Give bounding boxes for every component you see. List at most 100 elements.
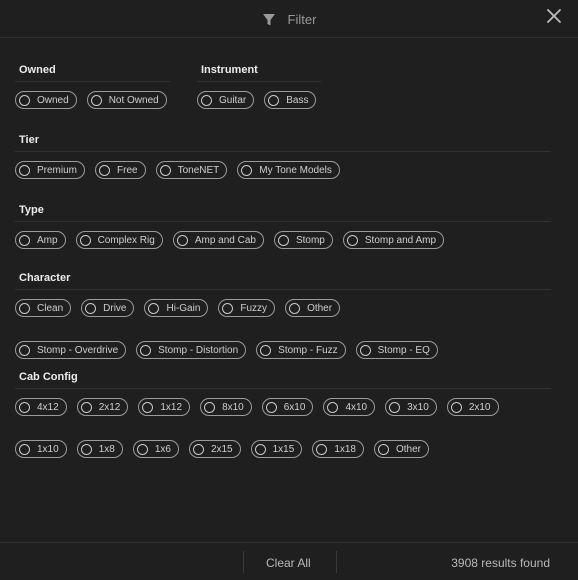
option-label: My Tone Models <box>259 164 332 176</box>
radio-unchecked-icon <box>19 94 30 106</box>
option-label: 8x10 <box>222 401 244 413</box>
radio-unchecked-icon <box>19 164 30 176</box>
option-label: Not Owned <box>108 94 159 106</box>
section-title-character: Character <box>15 272 551 290</box>
cab-option-1x12[interactable]: 1x12 <box>138 398 191 416</box>
instrument-option-guitar[interactable]: Guitar <box>197 91 255 109</box>
option-label: Bass <box>286 94 309 106</box>
type-option-complex-rig[interactable]: Complex Rig <box>75 231 163 249</box>
character-option-hi-gain[interactable]: Hi-Gain <box>144 299 209 317</box>
section-instrument: Instrument Guitar Bass <box>197 64 321 109</box>
option-label: Amp <box>37 234 58 246</box>
filter-header: Filter <box>0 0 578 38</box>
radio-unchecked-icon <box>327 401 339 413</box>
character-option-stomp-fuzz[interactable]: Stomp - Fuzz <box>256 341 346 359</box>
section-owned: Owned Owned Not Owned <box>15 64 170 109</box>
type-option-amp-and-cab[interactable]: Amp and Cab <box>172 231 264 249</box>
section-character: Character Clean Drive Hi-Gain Fuzzy Other Sto… <box>15 272 551 359</box>
option-label: 2x12 <box>98 401 121 413</box>
instrument-option-bass[interactable]: Bass <box>264 91 317 109</box>
option-label: Stomp <box>295 234 325 246</box>
option-label: Stomp - EQ <box>377 344 430 356</box>
tier-option-free[interactable]: Free <box>95 161 146 179</box>
radio-unchecked-icon <box>142 401 154 413</box>
results-count: 3908 results found <box>451 556 550 570</box>
option-label: Owned <box>37 94 69 106</box>
option-label: Other <box>307 302 333 314</box>
owned-option-owned[interactable]: Owned <box>15 91 77 109</box>
type-option-amp[interactable]: Amp <box>15 231 66 249</box>
option-label: 3x10 <box>407 401 429 413</box>
cab-option-2x12[interactable]: 2x12 <box>76 398 129 416</box>
radio-unchecked-icon <box>19 302 30 314</box>
section-cab-config: Cab Config 4x12 2x12 1x12 8x10 6x10 4x10 3x10 2… <box>15 371 551 458</box>
option-label: Free <box>117 164 138 176</box>
radio-unchecked-icon <box>265 401 277 413</box>
cab-option-1x10[interactable]: 1x10 <box>15 440 67 458</box>
radio-unchecked-icon <box>19 401 30 413</box>
radio-unchecked-icon <box>80 443 92 455</box>
radio-unchecked-icon <box>19 234 30 246</box>
radio-unchecked-icon <box>159 164 171 176</box>
section-title-tier: Tier <box>15 134 551 152</box>
radio-unchecked-icon <box>359 344 371 356</box>
header-title-group: Filter <box>0 12 578 27</box>
type-option-stomp-and-amp[interactable]: Stomp and Amp <box>342 231 445 249</box>
option-label: Other <box>396 443 422 455</box>
radio-unchecked-icon <box>79 234 91 246</box>
tier-option-tonenet[interactable]: ToneNET <box>155 161 228 179</box>
option-label: 1x15 <box>272 443 295 455</box>
section-tier: Tier Premium Free ToneNET My Tone Models <box>15 134 551 179</box>
tier-option-premium[interactable]: Premium <box>15 161 86 179</box>
option-label: 1x6 <box>154 443 171 455</box>
cab-option-other[interactable]: Other <box>374 440 430 458</box>
filter-icon <box>262 13 275 25</box>
cab-option-2x10[interactable]: 2x10 <box>446 398 499 416</box>
radio-unchecked-icon <box>260 344 272 356</box>
option-label: 1x18 <box>334 443 356 455</box>
radio-unchecked-icon <box>201 94 212 106</box>
cab-option-1x8[interactable]: 1x8 <box>76 440 123 458</box>
option-label: Drive <box>103 302 127 314</box>
cab-option-4x12[interactable]: 4x12 <box>15 398 67 416</box>
radio-unchecked-icon <box>389 401 401 413</box>
cab-option-1x18[interactable]: 1x18 <box>312 440 364 458</box>
type-option-stomp[interactable]: Stomp <box>273 231 333 249</box>
option-label: Fuzzy <box>240 302 268 314</box>
clear-all-button[interactable]: Clear All <box>266 556 311 570</box>
character-option-other[interactable]: Other <box>285 299 341 317</box>
radio-unchecked-icon <box>148 302 160 314</box>
cab-option-1x6[interactable]: 1x6 <box>132 440 179 458</box>
option-label: 1x8 <box>98 443 115 455</box>
option-label: 2x15 <box>210 443 233 455</box>
character-option-clean[interactable]: Clean <box>15 299 72 317</box>
close-icon[interactable] <box>544 6 564 26</box>
radio-unchecked-icon <box>450 401 462 413</box>
cab-option-4x10[interactable]: 4x10 <box>323 398 376 416</box>
option-label: Stomp and Amp <box>364 234 437 246</box>
character-option-fuzzy[interactable]: Fuzzy <box>218 299 276 317</box>
cab-option-1x15[interactable]: 1x15 <box>250 440 303 458</box>
cab-option-6x10[interactable]: 6x10 <box>261 398 314 416</box>
cab-option-2x15[interactable]: 2x15 <box>188 440 241 458</box>
option-label: Stomp - Overdrive <box>37 344 119 356</box>
tier-option-my-tone-models[interactable]: My Tone Models <box>237 161 340 179</box>
footer-divider <box>336 551 337 573</box>
radio-unchecked-icon <box>289 302 301 314</box>
section-type: Type Amp Complex Rig Amp and Cab Stomp Stomp… <box>15 204 551 249</box>
owned-option-not-owned[interactable]: Not Owned <box>86 91 167 109</box>
character-option-stomp-eq[interactable]: Stomp - EQ <box>355 341 438 359</box>
option-label: 4x10 <box>345 401 368 413</box>
radio-unchecked-icon <box>346 234 358 246</box>
character-option-stomp-overdrive[interactable]: Stomp - Overdrive <box>15 341 127 359</box>
character-option-drive[interactable]: Drive <box>81 299 135 317</box>
footer-divider <box>243 551 244 573</box>
cab-option-8x10[interactable]: 8x10 <box>200 398 252 416</box>
radio-unchecked-icon <box>90 94 102 106</box>
option-label: 1x12 <box>160 401 183 413</box>
radio-unchecked-icon <box>204 401 216 413</box>
radio-unchecked-icon <box>19 443 30 455</box>
radio-unchecked-icon <box>316 443 328 455</box>
cab-option-3x10[interactable]: 3x10 <box>385 398 437 416</box>
character-option-stomp-distortion[interactable]: Stomp - Distortion <box>136 341 247 359</box>
